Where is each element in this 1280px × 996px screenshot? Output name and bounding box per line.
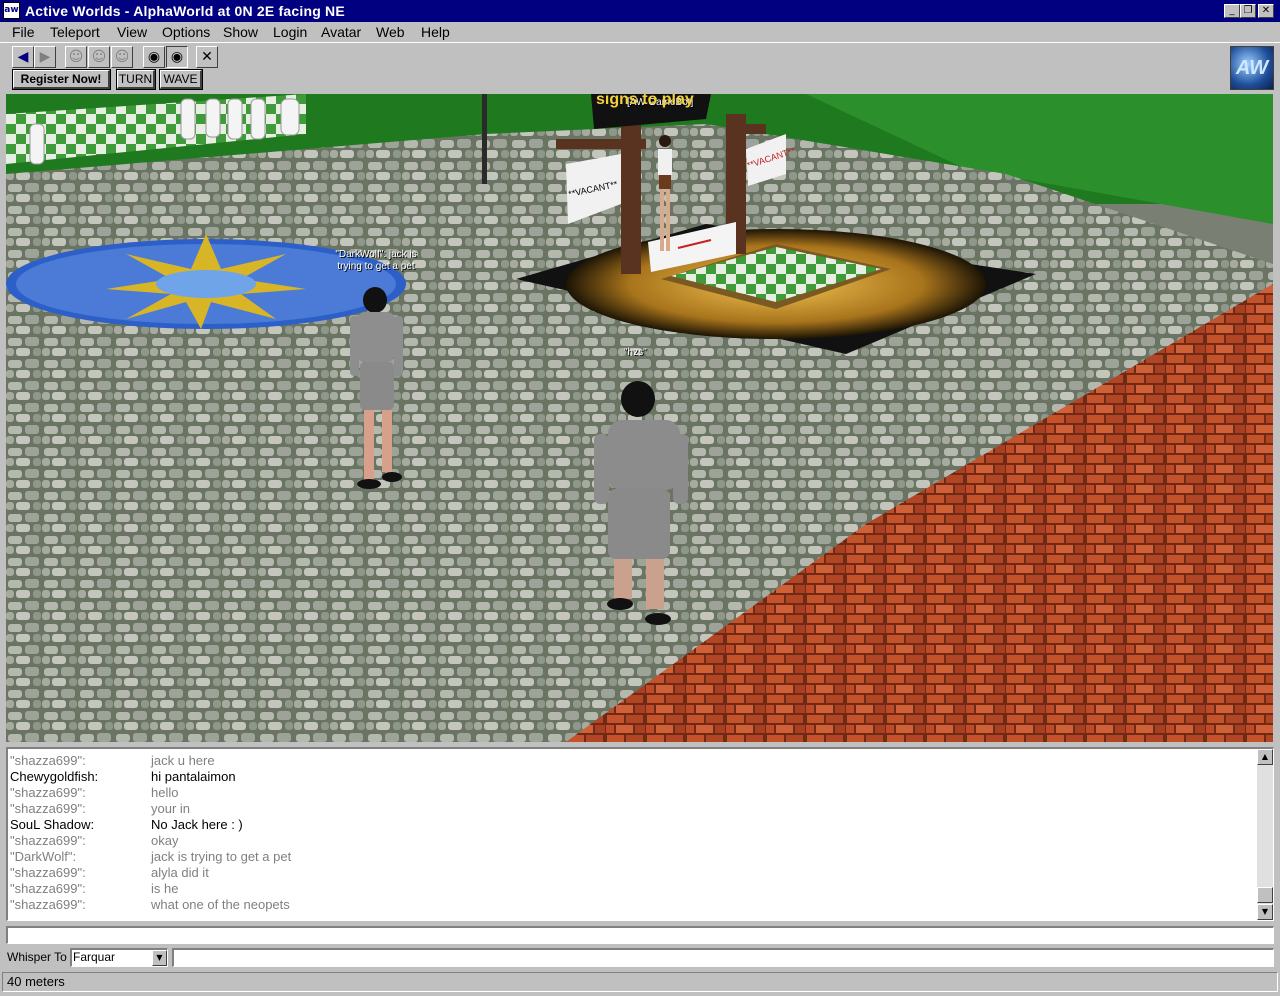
- player-name-label: "hzs": [624, 347, 647, 358]
- chat-scrollbar[interactable]: ▲ ▼: [1257, 749, 1273, 920]
- gamebot-avatar: [658, 149, 672, 175]
- chat-sender: SouL Shadow:: [10, 817, 95, 832]
- menu-web[interactable]: Web: [376, 24, 405, 40]
- chat-log[interactable]: "shazza699": jack u here Chewygoldfish: …: [6, 747, 1274, 921]
- menu-help[interactable]: Help: [421, 24, 450, 40]
- chat-message: your in: [151, 801, 191, 816]
- chat-message: hello: [151, 785, 179, 800]
- menu-avatar[interactable]: Avatar: [321, 24, 361, 40]
- chat-message: No Jack here : ): [151, 817, 243, 832]
- lamp-post: [482, 94, 487, 184]
- scene-graphic: [6, 94, 1273, 742]
- chat-message: is he: [151, 881, 179, 896]
- register-now-button[interactable]: Register Now!: [12, 69, 111, 90]
- signs-to-play-label: signs to play: [596, 94, 694, 108]
- whisper-to-label: Whisper To: [7, 950, 67, 964]
- chat-message: what one of the neopets: [151, 897, 290, 912]
- chat-message: hi pantalaimon: [151, 769, 236, 784]
- restore-button[interactable]: ❐: [1240, 4, 1256, 18]
- world-viewport[interactable]: [AW GameBot] signs to play **VACANT** **…: [6, 94, 1273, 742]
- app-icon: aw: [3, 2, 20, 19]
- chevron-down-icon[interactable]: ▼: [152, 950, 167, 966]
- menu-view[interactable]: View: [117, 24, 147, 40]
- minimize-button[interactable]: _: [1224, 4, 1240, 18]
- title-bar: aw Active Worlds - AlphaWorld at 0N 2E f…: [0, 0, 1280, 22]
- chat-message: jack u here: [151, 753, 215, 768]
- darkwolf-chat-bubble: "DarkWolf": jack is trying to get a pet: [335, 249, 417, 272]
- menu-options[interactable]: Options: [162, 24, 210, 40]
- forward-arrow-icon[interactable]: ▶: [34, 46, 56, 68]
- scroll-up-icon[interactable]: ▲: [1257, 749, 1273, 765]
- chat-message: jack is trying to get a pet: [151, 849, 292, 864]
- gesture-1-icon[interactable]: ☺: [65, 46, 87, 68]
- chat-sender: "shazza699":: [10, 897, 86, 912]
- back-arrow-icon[interactable]: ◀: [12, 46, 34, 68]
- chat-sender: "shazza699":: [10, 785, 86, 800]
- scroll-thumb[interactable]: [1257, 887, 1273, 903]
- wave-button[interactable]: WAVE: [159, 69, 203, 90]
- menu-teleport[interactable]: Teleport: [50, 24, 100, 40]
- whisper-recipient-select[interactable]: Farquar ▼: [70, 948, 168, 967]
- menu-file[interactable]: File: [12, 24, 35, 40]
- chat-sender: Chewygoldfish:: [10, 769, 99, 784]
- chat-input[interactable]: [6, 926, 1274, 944]
- turn-button[interactable]: TURN: [116, 69, 156, 90]
- chat-sender: "shazza699":: [10, 865, 86, 880]
- gesture-2-icon[interactable]: ☺: [88, 46, 110, 68]
- whisper-recipient-value: Farquar: [73, 950, 116, 964]
- menu-login[interactable]: Login: [273, 24, 307, 40]
- close-button[interactable]: ✕: [1258, 4, 1274, 18]
- chat-sender: "DarkWolf":: [10, 849, 77, 864]
- chat-message: okay: [151, 833, 179, 848]
- tools-icon[interactable]: ✕: [196, 46, 218, 68]
- aw-logo[interactable]: AW: [1230, 46, 1274, 90]
- gesture-3-icon[interactable]: ☺: [111, 46, 133, 68]
- status-bar: 40 meters: [2, 972, 1278, 992]
- camera-2-icon[interactable]: ◉: [166, 46, 188, 68]
- menu-show[interactable]: Show: [223, 24, 258, 40]
- window-title: Active Worlds - AlphaWorld at 0N 2E faci…: [25, 3, 345, 19]
- chat-message: alyla did it: [151, 865, 209, 880]
- chat-sender: "shazza699":: [10, 801, 86, 816]
- chat-sender: "shazza699":: [10, 833, 86, 848]
- menu-bar: File Teleport View Options Show Login Av…: [0, 22, 1280, 42]
- chat-sender: "shazza699":: [10, 881, 86, 896]
- whisper-input[interactable]: [172, 948, 1274, 967]
- scroll-down-icon[interactable]: ▼: [1257, 904, 1273, 920]
- chat-sender: "shazza699":: [10, 753, 86, 768]
- camera-1-icon[interactable]: ◉: [143, 46, 165, 68]
